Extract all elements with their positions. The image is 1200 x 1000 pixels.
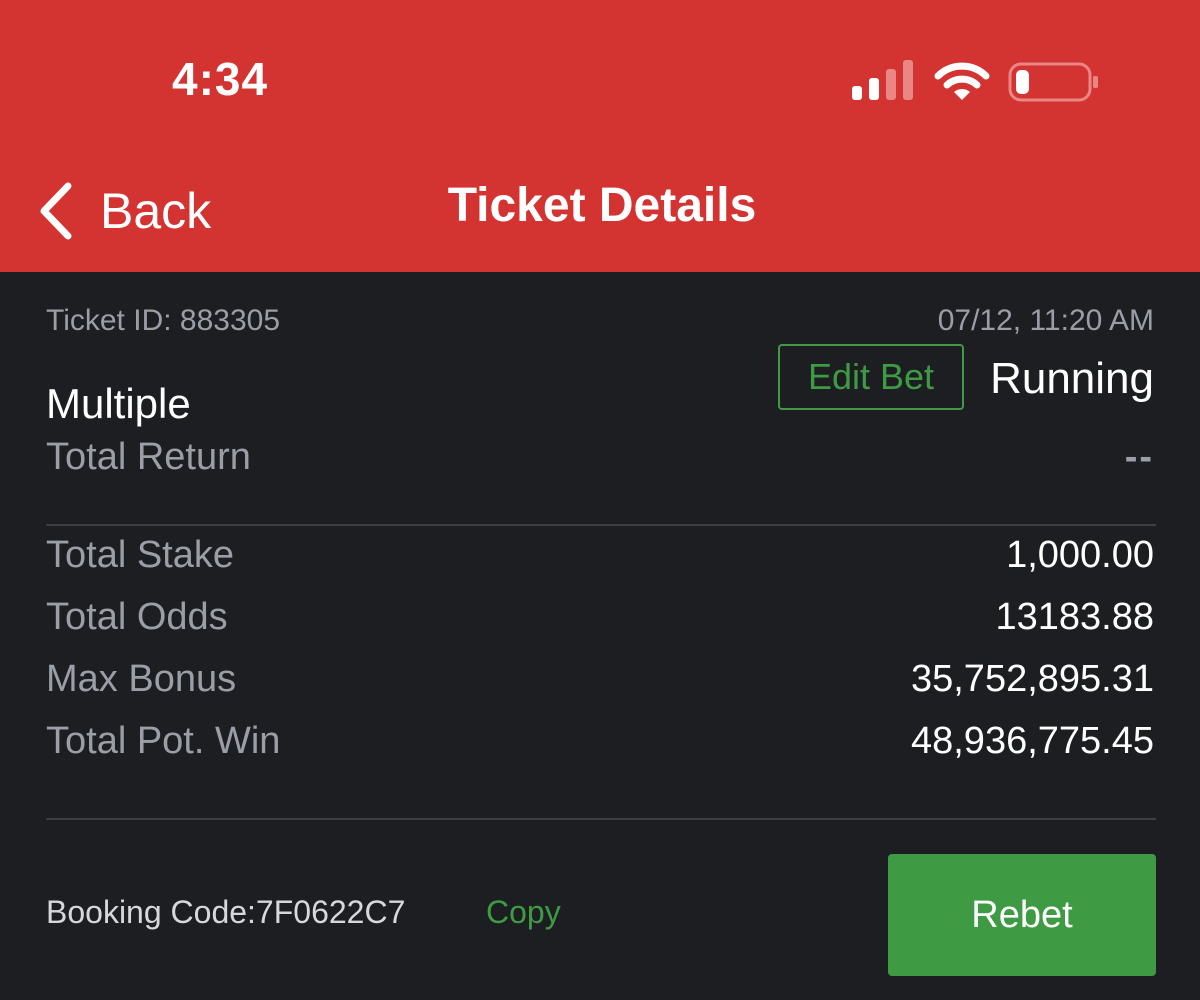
total-pot-win-label: Total Pot. Win — [46, 720, 281, 762]
divider — [46, 524, 1156, 526]
max-bonus-value: 35,752,895.31 — [910, 658, 1154, 700]
page-title: Ticket Details — [447, 179, 757, 232]
rebet-button[interactable]: Rebet — [888, 854, 1156, 976]
ticket-details-screen: 4:34 Back Ticket Details Ticket ID: 8833… — [0, 0, 1200, 1000]
total-return-label: Total Return — [46, 436, 251, 478]
cellular-signal-icon — [852, 60, 913, 100]
copy-booking-code-button[interactable]: Copy — [486, 894, 561, 931]
ticket-status: Running — [990, 354, 1154, 403]
max-bonus-label: Max Bonus — [46, 658, 237, 700]
total-return-value: -- — [1124, 436, 1154, 478]
total-stake-label: Total Stake — [46, 534, 234, 576]
total-odds-value: 13183.88 — [995, 596, 1155, 638]
battery-low-icon — [1008, 62, 1098, 102]
booking-code: Booking Code:7F0622C7 — [46, 894, 406, 930]
app-header: 4:34 Back Ticket Details — [0, 0, 1200, 272]
divider — [46, 818, 1156, 820]
ticket-id: Ticket ID: 883305 — [46, 304, 281, 337]
total-odds-label: Total Odds — [46, 596, 228, 638]
bet-type: Multiple — [46, 380, 191, 427]
status-bar-time: 4:34 — [172, 53, 269, 105]
edit-bet-button[interactable]: Edit Bet — [778, 344, 964, 410]
ticket-datetime: 07/12, 11:20 AM — [937, 304, 1154, 337]
total-pot-win-value: 48,936,775.45 — [910, 720, 1154, 762]
total-stake-value: 1,000.00 — [1006, 534, 1154, 576]
wifi-icon — [934, 62, 990, 100]
